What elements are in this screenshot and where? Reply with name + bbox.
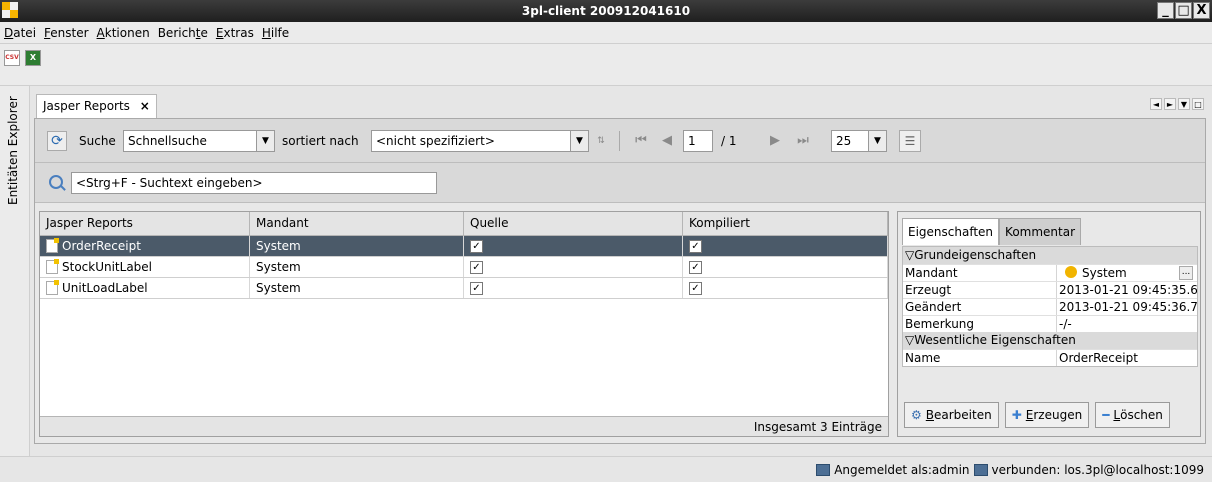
report-name: StockUnitLabel [62, 260, 153, 274]
last-page-icon[interactable]: ⏭ [793, 131, 813, 151]
menu-extras[interactable]: Extras [216, 26, 254, 40]
entity-explorer-tab[interactable]: Entitäten Explorer [0, 86, 30, 456]
chevron-down-icon: ▼ [256, 131, 274, 151]
chevron-down-icon: ▼ [868, 131, 886, 151]
table-row[interactable]: UnitLoadLabel System ✓ ✓ [40, 278, 888, 299]
tab-close-icon[interactable]: × [140, 99, 150, 113]
connection-icon [973, 464, 988, 476]
menu-bar: Datei Fenster Aktionen Berichte Extras H… [0, 22, 1212, 44]
quelle-checkbox[interactable]: ✓ [470, 281, 483, 295]
chevron-down-icon: ▼ [570, 131, 588, 151]
search-icon [49, 175, 63, 189]
row-mandant: System [250, 278, 464, 298]
page-size-select[interactable]: 25 ▼ [831, 130, 887, 152]
close-button[interactable]: X [1193, 2, 1210, 19]
plus-icon: ✚ [1011, 408, 1022, 422]
properties-panel: Eigenschaften Kommentar ▽Grundeigenschaf… [897, 211, 1201, 437]
property-row[interactable]: Erzeugt 2013-01-21 09:45:35.60 [903, 281, 1197, 298]
table-row[interactable]: OrderReceipt System ✓ ✓ [40, 236, 888, 257]
table-body: OrderReceipt System ✓ ✓ StockUnitLabel System… [40, 236, 888, 299]
login-status: Angemeldet als:admin [834, 463, 970, 477]
report-name: OrderReceipt [62, 239, 141, 253]
quelle-checkbox[interactable]: ✓ [470, 239, 483, 253]
search-mode-select[interactable]: Schnellsuche ▼ [123, 130, 275, 152]
details-icon[interactable]: ☰ [899, 130, 921, 152]
quick-search-input[interactable]: <Strg+F - Suchtext eingeben> [71, 172, 437, 194]
column-header-quelle[interactable]: Quelle [464, 212, 683, 235]
window-title: 3pl-client 200912041610 [521, 4, 691, 18]
minimize-button[interactable]: _ [1157, 2, 1174, 19]
window-titlebar[interactable]: 3pl-client 200912041610 _ □ X [0, 0, 1212, 22]
page-number-input[interactable]: 1 [683, 130, 713, 152]
sort-select[interactable]: <nicht spezifiziert> ▼ [371, 130, 589, 152]
menu-fenster[interactable]: Fenster [44, 26, 89, 40]
create-button[interactable]: ✚ Erzeugen [1004, 402, 1090, 428]
first-page-icon[interactable]: ⏮ [631, 131, 651, 151]
row-mandant: System [250, 257, 464, 277]
choose-client-button[interactable]: ... [1179, 266, 1193, 280]
report-panel: ⟳ Suche Schnellsuche ▼ sortiert nach <nic… [34, 118, 1206, 444]
kompiliert-checkbox[interactable]: ✓ [689, 260, 702, 274]
tab-jasper-reports[interactable]: Jasper Reports × [36, 94, 157, 118]
report-file-icon [46, 259, 59, 274]
client-icon [1065, 266, 1077, 278]
section-grundeigenschaften[interactable]: ▽Grundeigenschaften [903, 247, 1197, 264]
search-label: Suche [79, 134, 116, 148]
menu-hilfe[interactable]: Hilfe [262, 26, 289, 40]
previous-page-icon[interactable]: ◀ [657, 131, 677, 151]
delete-button[interactable]: ━ Löschen [1095, 402, 1170, 428]
next-page-icon[interactable]: ▶ [765, 131, 785, 151]
menu-berichte[interactable]: Berichte [158, 26, 208, 40]
entity-explorer-label: Entitäten Explorer [6, 96, 20, 205]
column-header-mandant[interactable]: Mandant [250, 212, 464, 235]
excel-export-icon[interactable]: X [25, 50, 41, 66]
search-toolbar: ⟳ Suche Schnellsuche ▼ sortiert nach <nic… [35, 119, 1205, 163]
tab-list-icon[interactable]: ▼ [1178, 98, 1190, 110]
section-wesentliche-eigenschaften[interactable]: ▽Wesentliche Eigenschaften [903, 332, 1197, 349]
sort-direction-icon[interactable]: ⇅ [591, 131, 611, 151]
refresh-icon[interactable]: ⟳ [47, 131, 67, 151]
table-row[interactable]: StockUnitLabel System ✓ ✓ [40, 257, 888, 278]
property-row[interactable]: Bemerkung -/- [903, 315, 1197, 332]
menu-aktionen[interactable]: Aktionen [97, 26, 150, 40]
tab-scroll-left-icon[interactable]: ◄ [1150, 98, 1162, 110]
quelle-checkbox[interactable]: ✓ [470, 260, 483, 274]
main-content: Jasper Reports × ◄ ► ▼ □ ⟳ Suche Schnell… [32, 90, 1210, 448]
quick-search-row: <Strg+F - Suchtext eingeben> [35, 163, 1205, 203]
column-header-reports[interactable]: Jasper Reports [40, 212, 250, 235]
total-count: Insgesamt 3 Einträge [40, 416, 888, 436]
tab-label: Jasper Reports [43, 99, 130, 113]
properties-table: ▽Grundeigenschaften Mandant System... Er… [902, 246, 1198, 367]
user-icon [816, 464, 831, 476]
minus-icon: ━ [1102, 408, 1110, 422]
table-header: Jasper Reports Mandant Quelle Kompiliert [40, 212, 888, 236]
gear-icon: ⚙ [911, 408, 922, 422]
main-toolbar: CSV X [0, 44, 1212, 86]
edit-button[interactable]: ⚙ Bearbeiten [904, 402, 999, 428]
csv-export-icon[interactable]: CSV [4, 50, 20, 66]
kompiliert-checkbox[interactable]: ✓ [689, 239, 702, 253]
tab-scroll-right-icon[interactable]: ► [1164, 98, 1176, 110]
report-file-icon [46, 238, 59, 253]
connection-status: verbunden: los.3pl@localhost:1099 [991, 463, 1204, 477]
report-file-icon [46, 280, 59, 295]
column-header-kompiliert[interactable]: Kompiliert [683, 212, 888, 235]
tab-kommentar[interactable]: Kommentar [999, 218, 1082, 245]
kompiliert-checkbox[interactable]: ✓ [689, 281, 702, 295]
maximize-button[interactable]: □ [1175, 2, 1192, 19]
property-row[interactable]: Geändert 2013-01-21 09:45:36.78 [903, 298, 1197, 315]
property-row[interactable]: Name OrderReceipt [903, 349, 1197, 366]
row-mandant: System [250, 236, 464, 256]
tab-navigation: ◄ ► ▼ □ [1150, 98, 1204, 110]
tab-maximize-icon[interactable]: □ [1192, 98, 1204, 110]
status-bar: Angemeldet als:admin verbunden: los.3pl@… [0, 456, 1212, 482]
menu-datei[interactable]: Datei [4, 26, 36, 40]
sort-label: sortiert nach [282, 134, 359, 148]
tab-eigenschaften[interactable]: Eigenschaften [902, 218, 1000, 245]
property-row[interactable]: Mandant System... [903, 264, 1197, 281]
report-name: UnitLoadLabel [62, 281, 148, 295]
reports-table: Jasper Reports Mandant Quelle Kompiliert… [39, 211, 889, 437]
page-total: / 1 [721, 134, 737, 148]
